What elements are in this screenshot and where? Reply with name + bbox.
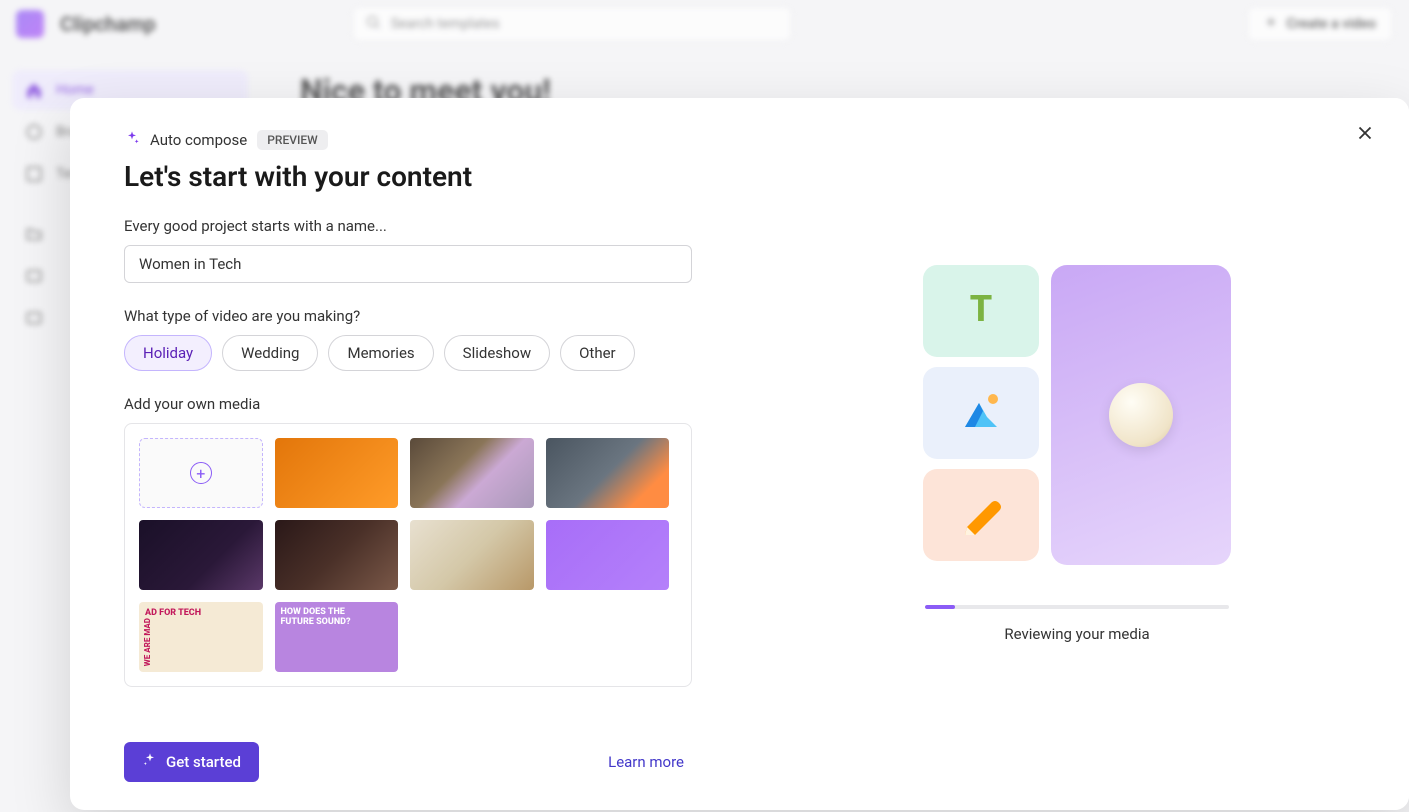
image-icon [957,387,1005,439]
media-thumbnail[interactable] [139,602,263,672]
close-button[interactable] [1349,120,1381,152]
app-brand: Clipchamp [60,12,156,36]
home-icon [24,80,44,100]
learn-more-link[interactable]: Learn more [608,753,684,771]
media-thumbnail[interactable] [275,520,399,590]
sidebar-item-label: Home [56,82,94,98]
modal-preview-panel: T Re [745,98,1409,810]
chip-wedding[interactable]: Wedding [222,335,318,371]
compose-label: Auto compose [150,131,247,149]
media-grid-container: + [124,423,692,687]
media-thumbnail[interactable] [546,520,670,590]
progress-label: Reviewing your media [925,625,1229,643]
media-thumbnail[interactable] [139,520,263,590]
pencil-icon [957,489,1005,541]
media-thumbnail[interactable] [410,520,534,590]
type-field-label: What type of video are you making? [124,307,705,325]
svg-text:T: T [970,288,993,330]
media-thumbnail[interactable] [410,438,534,508]
progress-fill [925,605,955,609]
illustration: T [923,265,1231,565]
search-input[interactable] [391,16,779,32]
chip-other[interactable]: Other [560,335,635,371]
chip-slideshow[interactable]: Slideshow [444,335,550,371]
plus-icon: + [190,462,212,484]
media-grid: + [139,438,669,672]
progress-bar [925,605,1229,609]
chip-memories[interactable]: Memories [328,335,433,371]
search-icon [365,14,381,34]
modal-title: Let's start with your content [124,160,705,193]
add-media-button[interactable]: + [139,438,263,508]
video-type-chips: Holiday Wedding Memories Slideshow Other [124,335,705,371]
template-icon [24,164,44,184]
edit-tile [923,469,1039,561]
modal-actions: Get started Learn more [124,714,684,782]
create-video-button[interactable]: Create a video [1247,6,1393,42]
search-bar[interactable] [352,6,792,42]
media-scroll[interactable]: + [139,438,677,672]
preview-tile [1051,265,1231,565]
plus-icon [1264,15,1278,33]
topbar: Clipchamp Create a video [0,0,1409,48]
sparkle-icon [124,130,140,150]
text-icon: T [957,285,1005,337]
get-started-label: Get started [166,753,241,771]
compose-header: Auto compose PREVIEW [124,130,705,150]
tile-column: T [923,265,1039,565]
media-thumbnail[interactable] [275,602,399,672]
modal-form-panel: Auto compose PREVIEW Let's start with yo… [70,98,745,810]
progress-container: Reviewing your media [925,605,1229,643]
folder-icon [24,224,44,244]
image-tile [923,367,1039,459]
text-tile: T [923,265,1039,357]
media-thumbnail[interactable] [275,438,399,508]
app-logo [16,10,44,38]
media-thumbnail[interactable] [546,438,670,508]
get-started-button[interactable]: Get started [124,742,259,782]
auto-compose-modal: Auto compose PREVIEW Let's start with yo… [70,98,1409,810]
media-field-label: Add your own media [124,395,705,413]
video-icon [24,266,44,286]
preview-badge: PREVIEW [257,130,327,150]
project-name-input[interactable] [124,245,692,283]
chip-holiday[interactable]: Holiday [124,335,212,371]
palette-icon [24,122,44,142]
sphere-icon [1109,383,1173,447]
video-icon [24,308,44,328]
create-button-label: Create a video [1286,16,1376,32]
close-icon [1354,122,1376,150]
sparkle-icon [142,752,158,772]
name-field-label: Every good project starts with a name... [124,217,705,235]
